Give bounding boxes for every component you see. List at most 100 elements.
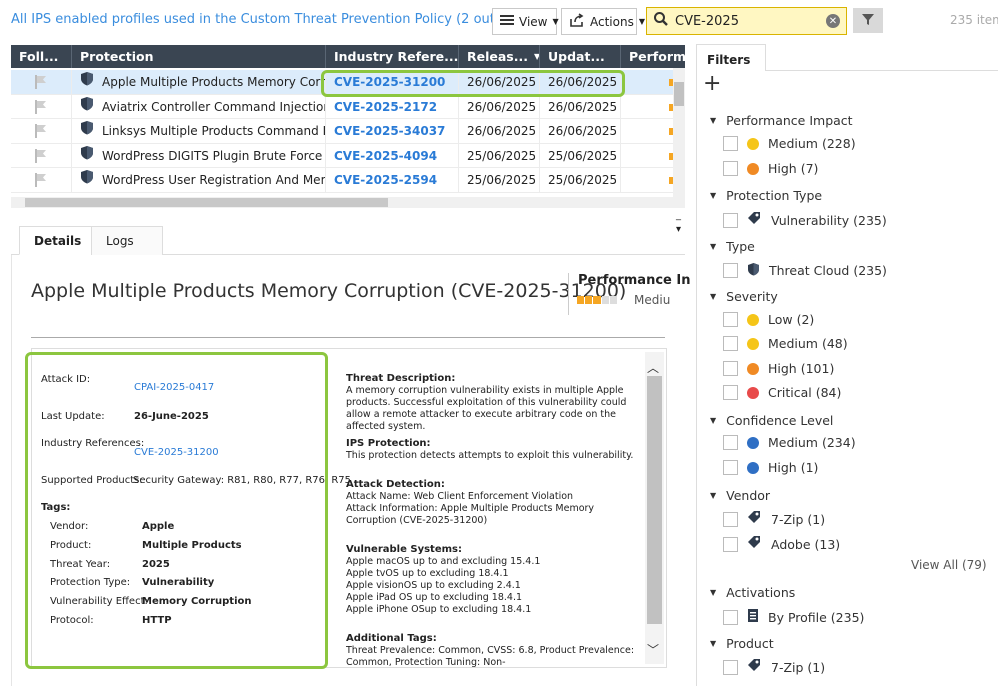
status-dot-icon: [747, 162, 759, 175]
add-filter-icon[interactable]: +: [703, 72, 721, 96]
checkbox[interactable]: [723, 460, 738, 475]
follow-flag-icon[interactable]: [11, 119, 72, 143]
filter-option[interactable]: 7-Zip (1): [723, 510, 825, 528]
checkbox[interactable]: [723, 536, 738, 552]
scroll-up-icon[interactable]: ︿: [647, 359, 659, 376]
checkbox[interactable]: [723, 312, 738, 327]
table-row[interactable]: Linksys Multiple Products Command Injec.…: [11, 119, 673, 144]
protection-cell[interactable]: Aviatrix Controller Command Injection (C…: [72, 94, 326, 119]
checkbox[interactable]: [723, 336, 738, 351]
filter-option-label: 7-Zip (1): [771, 511, 826, 527]
filter-group-header[interactable]: ▼ Type: [710, 239, 755, 254]
search-input[interactable]: CVE-2025 ✕: [646, 7, 847, 35]
filter-option[interactable]: 7-Zip (1): [723, 658, 825, 676]
filter-option[interactable]: Adobe (13): [723, 535, 840, 553]
export-icon: [569, 13, 585, 30]
filter-group-header[interactable]: ▼ Protection Type: [710, 188, 822, 203]
shield-icon: [80, 168, 94, 192]
checkbox[interactable]: [723, 212, 738, 228]
col-follow[interactable]: Foll...: [11, 45, 72, 68]
protection-cell[interactable]: Apple Multiple Products Memory Corrupt..…: [72, 70, 326, 94]
search-icon: [653, 11, 669, 31]
page-title[interactable]: All IPS enabled profiles used in the Cus…: [11, 12, 529, 27]
filter-option[interactable]: Medium (48): [723, 336, 848, 351]
table-horizontal-scroll-thumb[interactable]: [25, 198, 388, 207]
follow-flag-icon[interactable]: [11, 94, 72, 119]
follow-flag-icon[interactable]: [11, 168, 72, 192]
checkbox[interactable]: [723, 511, 738, 527]
protection-cell[interactable]: WordPress User Registration And Membe...: [72, 168, 326, 192]
tag-icon: [747, 211, 762, 229]
filter-option[interactable]: By Profile (235): [723, 608, 864, 626]
checkbox[interactable]: [723, 385, 738, 400]
follow-flag-icon[interactable]: [11, 70, 72, 94]
status-dot-icon: [747, 313, 759, 326]
follow-flag-icon[interactable]: [11, 143, 72, 168]
filter-group-header[interactable]: ▼ Confidence Level: [710, 413, 833, 428]
divider: [766, 70, 998, 71]
checkbox[interactable]: [723, 161, 738, 176]
filter-option[interactable]: Medium (228): [723, 136, 856, 151]
checkbox[interactable]: [723, 659, 738, 675]
filter-option[interactable]: High (1): [723, 460, 818, 475]
performance-impact-label: Performance In: [578, 273, 691, 288]
checkbox[interactable]: [723, 263, 738, 278]
tab-filters[interactable]: Filters: [696, 44, 766, 71]
filter-option-label: High (1): [768, 460, 819, 475]
table-row[interactable]: Aviatrix Controller Command Injection (C…: [11, 94, 673, 119]
filter-option[interactable]: Medium (234): [723, 435, 856, 450]
checkbox[interactable]: [723, 361, 738, 376]
col-performance[interactable]: Performan: [621, 45, 685, 68]
attack-detection: Attack Detection: Attack Name: Web Client…: [346, 479, 595, 526]
col-industry-ref[interactable]: Industry Refere...: [326, 45, 459, 68]
filter-group-header[interactable]: ▼ Performance Impact: [710, 113, 853, 128]
table-row[interactable]: WordPress DIGITS Plugin Brute Force Log.…: [11, 143, 673, 168]
checkbox[interactable]: [723, 435, 738, 450]
industry-ref-link[interactable]: CVE-2025-2172: [326, 94, 459, 119]
ips-protection: IPS Protection: This protection detects a…: [346, 438, 634, 461]
filter-group-header[interactable]: ▼ Severity: [710, 289, 778, 304]
tab-logs[interactable]: Logs: [91, 226, 163, 255]
filter-group-header[interactable]: ▼ Vendor: [710, 488, 770, 503]
status-dot-icon: [747, 386, 759, 399]
view-button[interactable]: View ▼: [492, 8, 559, 35]
filter-toggle-button[interactable]: [853, 8, 883, 33]
released-date: 26/06/2025: [459, 94, 540, 119]
tag-icon: [747, 658, 762, 676]
view-all-vendors-link[interactable]: View All (79): [911, 558, 987, 572]
scroll-down-icon[interactable]: ﹀: [647, 641, 659, 658]
updated-date: 25/06/2025: [540, 143, 621, 168]
actions-button[interactable]: Actions ▼: [561, 8, 645, 35]
tag-icon: [747, 510, 762, 528]
checkbox[interactable]: [723, 136, 738, 151]
col-released[interactable]: Releas... ▼: [459, 45, 540, 68]
performance-indicator: [621, 70, 673, 94]
drag-handle-icon[interactable]: ‾: [676, 219, 681, 230]
clear-search-icon[interactable]: ✕: [826, 14, 840, 28]
col-protection[interactable]: Protection: [72, 45, 326, 68]
filter-option[interactable]: High (7): [723, 161, 818, 176]
updated-date: 26/06/2025: [540, 119, 621, 143]
filter-option-label: Adobe (13): [771, 536, 841, 552]
protection-cell[interactable]: WordPress DIGITS Plugin Brute Force Log.…: [72, 143, 326, 168]
col-updated[interactable]: Updat...: [540, 45, 621, 68]
protection-cell[interactable]: Linksys Multiple Products Command Injec.…: [72, 119, 326, 143]
filter-option[interactable]: Critical (84): [723, 385, 841, 400]
filter-option[interactable]: Low (2): [723, 312, 814, 327]
filter-option[interactable]: Threat Cloud (235): [723, 262, 887, 279]
table-vertical-scroll-thumb[interactable]: [674, 82, 684, 106]
filter-option-label: High (7): [768, 161, 819, 176]
filter-group-name: Activations: [726, 585, 796, 600]
caret-down-icon: ▼: [710, 292, 717, 301]
industry-ref-link[interactable]: CVE-2025-4094: [326, 143, 459, 168]
table-row[interactable]: WordPress User Registration And Membe...…: [11, 168, 673, 193]
filter-option[interactable]: High (101): [723, 361, 834, 376]
details-scroll-thumb[interactable]: [647, 376, 662, 624]
industry-ref-link[interactable]: CVE-2025-34037: [326, 119, 459, 143]
filter-group-header[interactable]: ▼ Product: [710, 636, 774, 651]
checkbox[interactable]: [723, 609, 738, 625]
filter-group-header[interactable]: ▼ Activations: [710, 585, 795, 600]
filter-option[interactable]: Vulnerability (235): [723, 211, 887, 229]
tab-details[interactable]: Details: [19, 226, 97, 255]
industry-ref-link[interactable]: CVE-2025-2594: [326, 168, 459, 192]
